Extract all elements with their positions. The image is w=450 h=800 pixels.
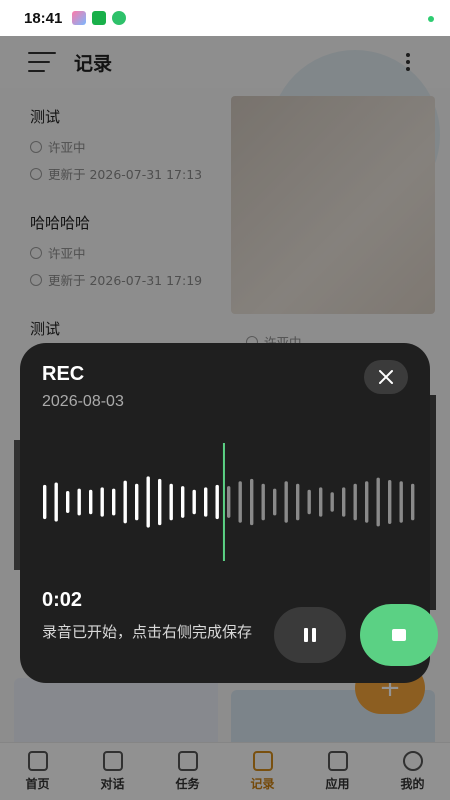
shield-app-icon xyxy=(112,11,127,25)
waveform-bar xyxy=(353,483,357,521)
recording-sheet: REC 2026-08-03 0:02 录音已开始，点击右侧完成保存 xyxy=(20,343,438,683)
waveform xyxy=(43,443,415,561)
pause-icon xyxy=(304,628,308,642)
waveform-bar xyxy=(227,486,231,518)
waveform-bar xyxy=(376,477,380,527)
waveform-bar xyxy=(66,491,70,513)
waveform-bar xyxy=(261,483,265,521)
stop-save-button[interactable] xyxy=(360,604,438,666)
waveform-bar xyxy=(330,492,334,512)
waveform-bar xyxy=(204,487,208,517)
waveform-bar xyxy=(43,484,47,520)
waveform-bar xyxy=(388,480,392,524)
waveform-bar xyxy=(365,481,369,523)
waveform-bar xyxy=(181,486,185,518)
waveform-bar xyxy=(135,483,139,521)
waveform-bar xyxy=(146,476,150,528)
pause-button[interactable] xyxy=(274,607,346,663)
gallery-app-icon xyxy=(72,11,87,25)
recording-label: REC xyxy=(42,363,85,385)
waveform-bar xyxy=(158,478,162,526)
elapsed-time: 0:02 xyxy=(42,589,83,611)
waveform-bar xyxy=(342,487,346,517)
waveform-bar xyxy=(296,483,300,521)
waveform-bar xyxy=(411,483,415,521)
waveform-bar xyxy=(169,483,173,521)
waveform-bar xyxy=(112,488,116,516)
waveform-bar xyxy=(77,488,81,516)
waveform-bar xyxy=(250,478,254,526)
waveform-bar xyxy=(123,480,127,524)
recording-date: 2026-08-03 xyxy=(42,393,124,410)
waveform-bar xyxy=(215,484,219,520)
status-bar: 18:41 xyxy=(0,0,450,36)
waveform-bar xyxy=(89,489,93,515)
waveform-bar xyxy=(192,489,196,515)
stop-icon xyxy=(392,629,406,641)
waveform-bar xyxy=(100,487,104,517)
close-icon xyxy=(379,370,393,384)
recording-hint: 录音已开始，点击右侧完成保存 xyxy=(42,623,253,641)
status-time: 18:41 xyxy=(24,9,63,27)
status-indicator-dot-icon xyxy=(428,16,434,22)
waveform-bar xyxy=(54,482,58,522)
wechat-app-icon xyxy=(92,11,107,25)
waveform-bar xyxy=(319,487,323,517)
waveform-bar xyxy=(273,488,277,516)
waveform-bar xyxy=(284,481,288,523)
pause-icon xyxy=(312,628,316,642)
status-icons xyxy=(72,11,127,25)
close-button[interactable] xyxy=(364,360,408,394)
waveform-bar xyxy=(238,481,242,523)
waveform-bar xyxy=(307,489,311,515)
playhead-line xyxy=(222,443,225,561)
waveform-bar xyxy=(399,481,403,523)
